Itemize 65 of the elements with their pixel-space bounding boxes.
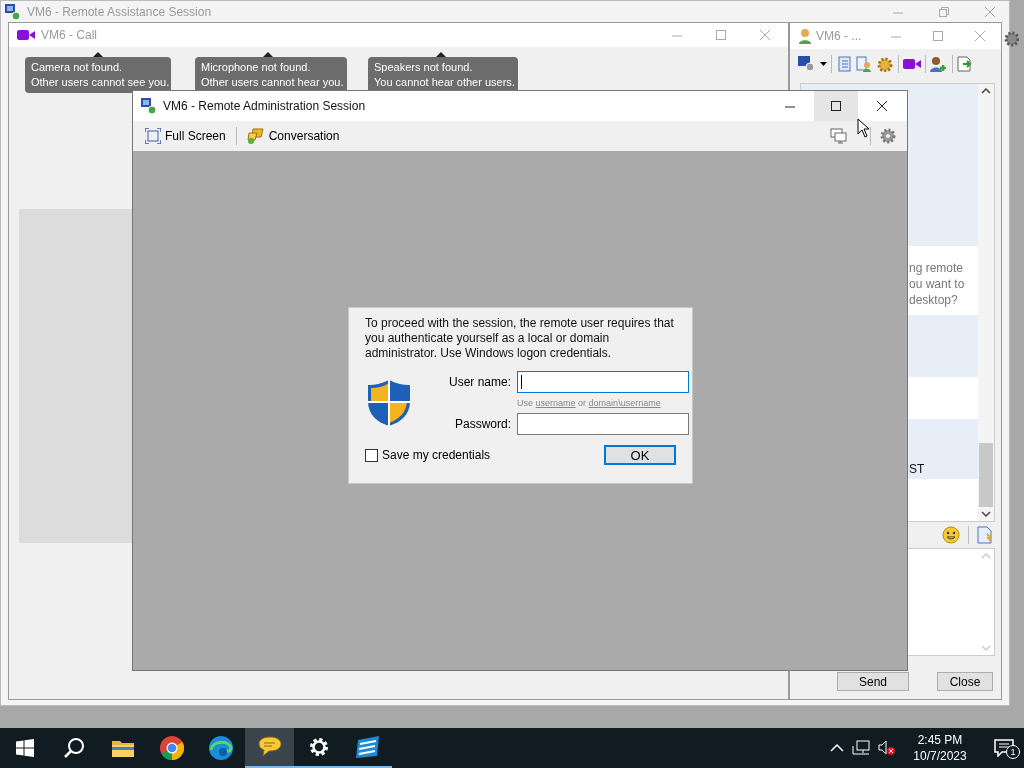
remote-computer-icon: [141, 98, 157, 114]
stripes-app-icon: [354, 736, 381, 758]
message-text: ST: [909, 462, 925, 477]
notification-badge: 1: [1006, 745, 1020, 759]
clock-time[interactable]: 2:45 PM: [917, 733, 963, 747]
window-title: VM6 - ...: [816, 29, 863, 43]
info-user-icon[interactable]: [856, 56, 872, 72]
ok-button[interactable]: OK: [604, 445, 676, 465]
search-icon[interactable]: [62, 737, 85, 759]
remote-computer-icon: [5, 4, 21, 20]
tooltip-pointer: [93, 52, 103, 57]
chevron-up-icon[interactable]: [830, 743, 844, 753]
toolbar-button[interactable]: Full Screen: [143, 126, 228, 146]
add-user-icon[interactable]: [930, 56, 948, 72]
browser-icon: [208, 736, 233, 760]
username-label: User name:: [447, 375, 511, 389]
gear-icon: [307, 736, 330, 758]
close-button[interactable]: Close: [937, 672, 993, 691]
gear-icon[interactable]: [1003, 30, 1019, 48]
folder-icon: [111, 739, 134, 757]
start-icon[interactable]: [15, 739, 34, 757]
browser-icon: [159, 736, 184, 760]
dialog-message: To proceed with the session, the remote user requires that you authenticate yourself as a local or domain administrator. Use Windows logon credentials.: [365, 316, 675, 361]
monitors-icon[interactable]: [830, 128, 848, 144]
password-field[interactable]: [517, 413, 689, 435]
message-text: ng remote ou want to desktop?: [909, 261, 965, 308]
close-icon[interactable]: [875, 99, 889, 113]
document-icon[interactable]: [977, 526, 993, 544]
taskbar-app[interactable]: [245, 728, 294, 768]
notice-text: Speakers not found. You cannot hear other users.: [374, 61, 515, 88]
exit-icon[interactable]: [957, 56, 973, 72]
gear-icon[interactable]: [876, 56, 894, 72]
scrollbar-thumb[interactable]: [979, 443, 993, 507]
scrollbar[interactable]: [978, 84, 994, 521]
gear-icon[interactable]: [879, 127, 897, 145]
window-title: VM6 - Remote Assistance Session: [27, 5, 213, 19]
network-icon[interactable]: [852, 740, 870, 756]
username-field[interactable]: [517, 371, 689, 393]
video-camera-icon[interactable]: [903, 58, 921, 70]
checkbox[interactable]: [365, 448, 378, 462]
password-label: Password:: [453, 417, 511, 431]
clock-date[interactable]: 10/7/2023: [913, 749, 967, 763]
smiley-icon[interactable]: [942, 526, 960, 544]
speech-bubble-icon: [257, 736, 282, 758]
send-button[interactable]: Send: [837, 672, 909, 691]
username-hint: Use username or domain\username: [517, 397, 662, 410]
speech-bubbles-icon: [246, 128, 265, 144]
notice-text: Camera not found. Other users cannot see you.: [31, 61, 170, 88]
tooltip-pointer: [436, 52, 446, 57]
remote-computer-icon[interactable]: [798, 56, 816, 72]
speaker-muted-icon[interactable]: [878, 740, 896, 756]
maximize-icon[interactable]: [829, 99, 843, 113]
caret-icon[interactable]: [820, 62, 827, 66]
person-icon: [798, 28, 812, 44]
notification-icon[interactable]: [994, 739, 1014, 757]
fullscreen-icon: [145, 128, 161, 144]
window-title: VM6 - Call: [41, 28, 98, 42]
tooltip-pointer: [263, 52, 273, 57]
checkbox-label[interactable]: Save my credentials: [382, 448, 491, 462]
toolbar-button[interactable]: Conversation: [244, 126, 342, 146]
cursor-icon: [857, 118, 869, 138]
window-title: VM6 - Remote Administration Session: [163, 99, 367, 113]
video-camera-icon: [17, 29, 35, 41]
notice-text: Microphone not found. Other users cannot hear you.: [201, 61, 344, 88]
shield-icon: [367, 379, 411, 427]
